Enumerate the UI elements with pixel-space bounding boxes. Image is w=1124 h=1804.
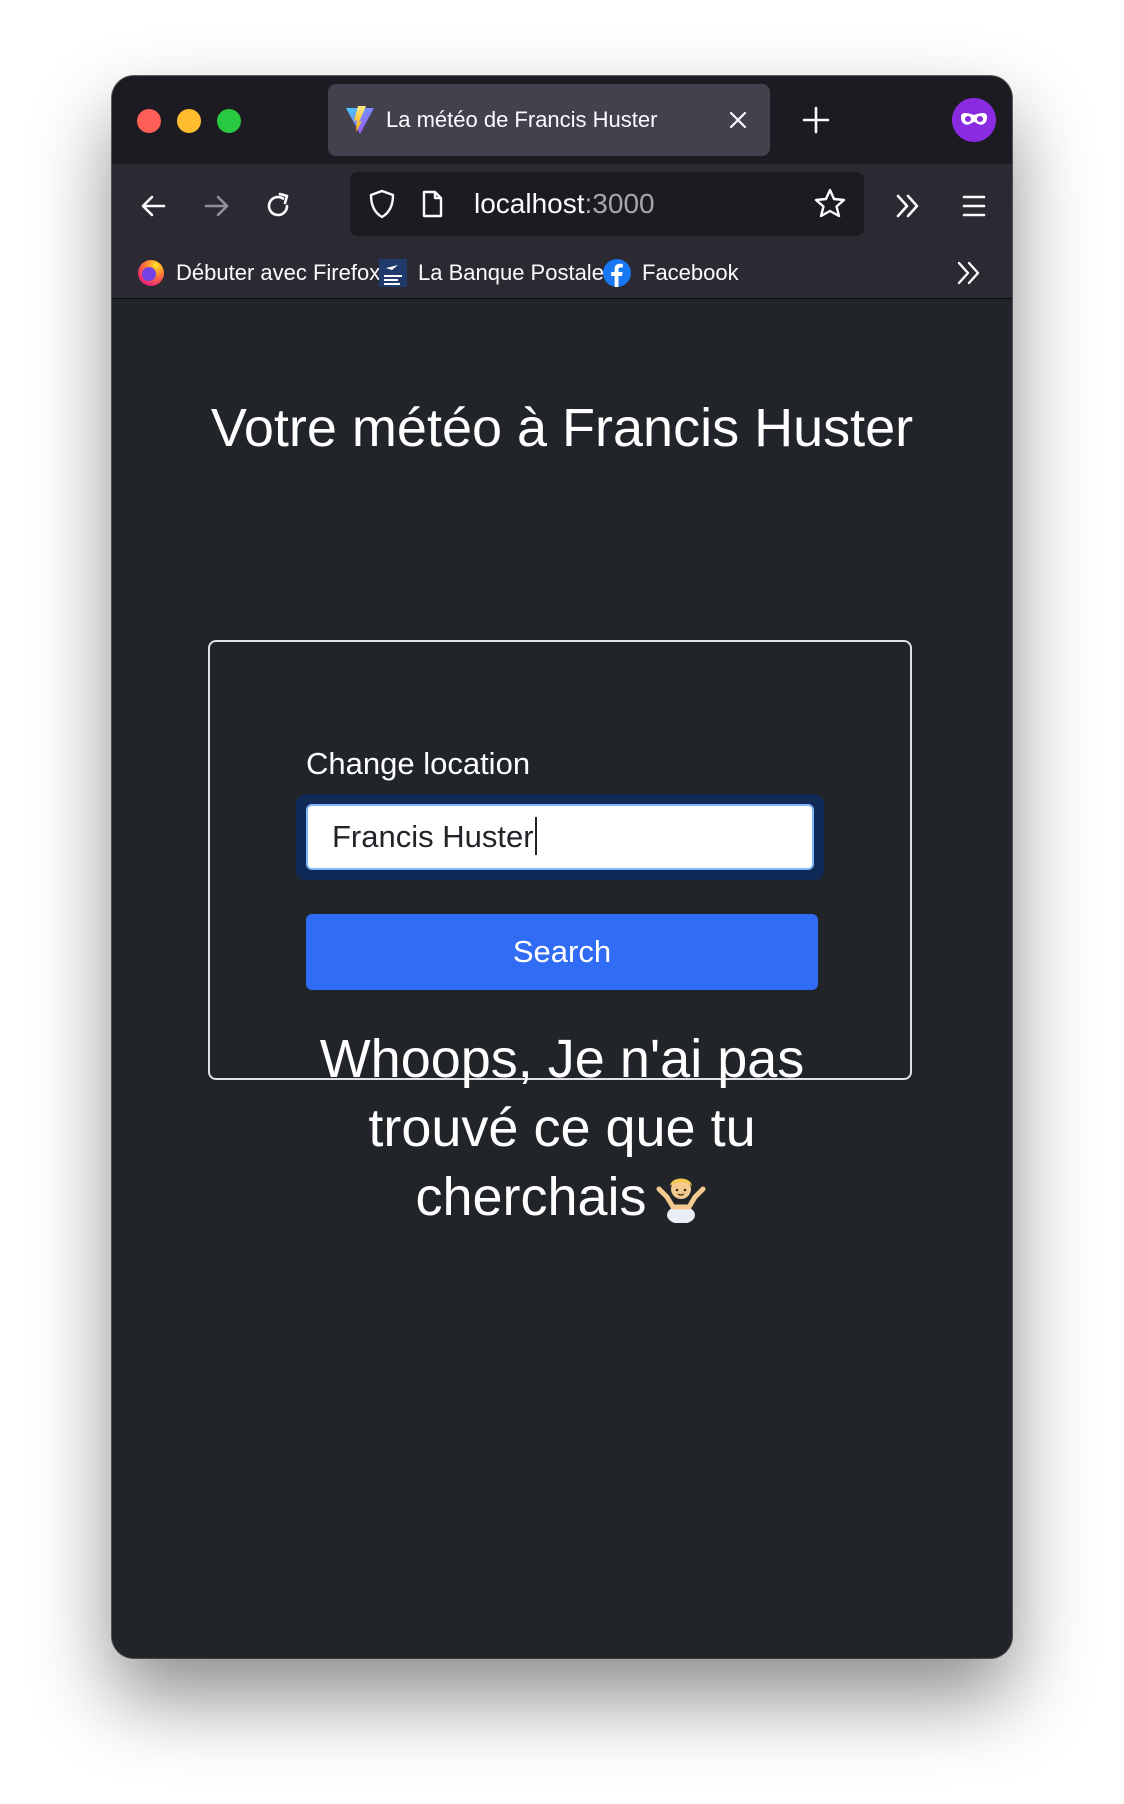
page-info-icon[interactable] xyxy=(412,184,452,224)
shield-icon[interactable] xyxy=(360,182,404,226)
vite-favicon-icon xyxy=(346,106,374,134)
location-input-value: Francis Huster xyxy=(332,819,534,854)
page-content: Votre météo à Francis Huster Change loca… xyxy=(112,299,1012,1658)
page-title: Votre météo à Francis Huster xyxy=(210,398,914,458)
tab-title: La météo de Francis Huster xyxy=(386,107,658,132)
close-tab-icon[interactable] xyxy=(724,106,752,134)
search-button[interactable]: Search xyxy=(306,914,818,990)
firefox-icon xyxy=(138,260,164,286)
bookmark-item[interactable]: Débuter avec Firefox xyxy=(136,248,380,298)
navigation-toolbar: localhost:3000 xyxy=(112,164,1012,248)
bookmark-label: La Banque Postale xyxy=(418,260,604,285)
url-host: localhost xyxy=(474,188,585,219)
bookmark-label: Facebook xyxy=(642,260,739,285)
error-message: Whoops, Je n'ai pas trouvé ce que tu che… xyxy=(262,1025,862,1232)
reload-icon[interactable] xyxy=(256,184,300,228)
location-form-card: Change location Francis Huster Search xyxy=(208,640,912,1080)
forward-icon[interactable] xyxy=(194,184,238,228)
close-window-button[interactable] xyxy=(137,109,161,133)
bookmark-item[interactable]: Facebook xyxy=(602,248,739,298)
tab-strip: La météo de Francis Huster xyxy=(112,76,1012,164)
browser-window: La météo de Francis Huster localhost:300… xyxy=(112,76,1012,1658)
person-shrugging-emoji-icon xyxy=(656,1178,706,1223)
bookmark-label: Débuter avec Firefox xyxy=(176,260,381,285)
bookmark-item[interactable]: La Banque Postale xyxy=(378,248,604,298)
hamburger-menu-icon[interactable] xyxy=(952,184,996,228)
url-text: localhost:3000 xyxy=(474,172,655,236)
facebook-icon xyxy=(603,259,631,287)
url-port: :3000 xyxy=(584,188,655,219)
new-tab-icon[interactable] xyxy=(796,100,836,140)
zoom-window-button[interactable] xyxy=(217,109,241,133)
bookmark-star-icon[interactable] xyxy=(808,182,852,226)
change-location-label: Change location xyxy=(306,746,531,781)
private-browsing-icon[interactable] xyxy=(952,98,996,142)
error-message-text: Whoops, Je n'ai pas trouvé ce que tu che… xyxy=(319,1029,805,1227)
back-icon[interactable] xyxy=(132,184,176,228)
location-input[interactable]: Francis Huster xyxy=(306,804,814,870)
overflow-chevrons-icon[interactable] xyxy=(886,184,930,228)
la-banque-postale-icon xyxy=(379,259,407,287)
bookmarks-overflow-chevrons-icon[interactable] xyxy=(948,252,990,294)
minimize-window-button[interactable] xyxy=(177,109,201,133)
tab-active[interactable]: La météo de Francis Huster xyxy=(328,84,770,156)
address-bar[interactable]: localhost:3000 xyxy=(350,172,864,236)
text-caret xyxy=(534,817,537,855)
bookmarks-toolbar: Débuter avec Firefox La Banque Postale F… xyxy=(112,248,1012,299)
